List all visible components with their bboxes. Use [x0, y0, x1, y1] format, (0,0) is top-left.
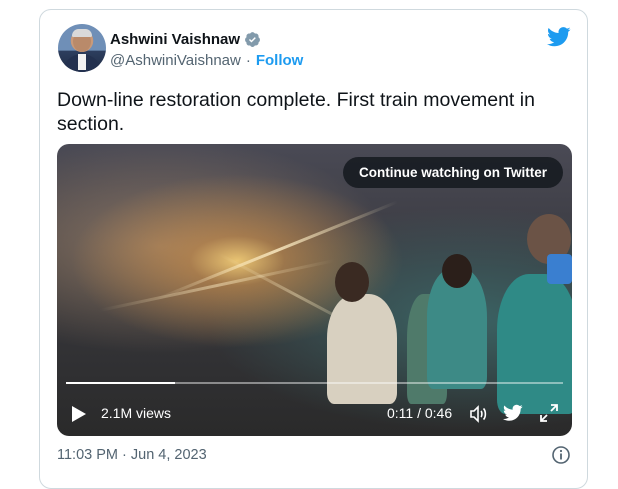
verified-badge-icon — [245, 32, 260, 47]
follow-button[interactable]: Follow — [256, 52, 304, 69]
avatar[interactable] — [58, 24, 106, 72]
author-display-name[interactable]: Ashwini Vaishnaw — [110, 31, 240, 48]
video-progress-bar[interactable] — [66, 382, 563, 384]
view-count: 2.1M views — [101, 405, 172, 421]
author-handle-row: @AshwiniVaishnaw · Follow — [110, 52, 303, 69]
video-player[interactable]: Continue watching on Twitter 2.1M views … — [57, 144, 572, 436]
twitter-bird-icon[interactable] — [547, 26, 571, 48]
tweet-text: Down-line restoration complete. First tr… — [57, 89, 535, 135]
video-timecode: 0:11 / 0:46 — [387, 405, 453, 421]
video-controls: 2.1M views 0:11 / 0:46 — [57, 392, 572, 436]
continue-watching-button[interactable]: Continue watching on Twitter — [343, 157, 563, 188]
handle-separator: · — [245, 52, 251, 69]
video-progress-fill — [66, 382, 176, 384]
twitter-bird-icon[interactable] — [503, 404, 523, 422]
author-handle[interactable]: @AshwiniVaishnaw — [110, 52, 241, 69]
author-name-row: Ashwini Vaishnaw — [110, 31, 261, 48]
expand-icon[interactable] — [540, 404, 558, 422]
volume-icon[interactable] — [468, 404, 488, 424]
play-icon[interactable] — [72, 406, 86, 422]
tweet-card: Ashwini Vaishnaw @AshwiniVaishnaw · Foll… — [39, 9, 588, 489]
tweet-timestamp[interactable]: 11:03 PM · Jun 4, 2023 — [57, 447, 207, 463]
info-icon[interactable] — [552, 446, 570, 464]
